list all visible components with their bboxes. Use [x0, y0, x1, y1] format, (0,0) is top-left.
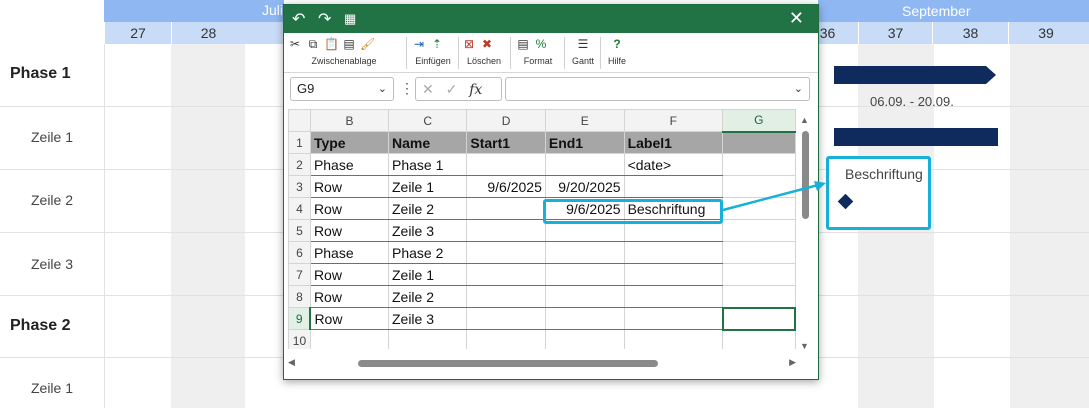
- connector-arrow: [722, 181, 826, 212]
- connector-line: [722, 182, 823, 212]
- arrow-head-icon: [814, 181, 826, 191]
